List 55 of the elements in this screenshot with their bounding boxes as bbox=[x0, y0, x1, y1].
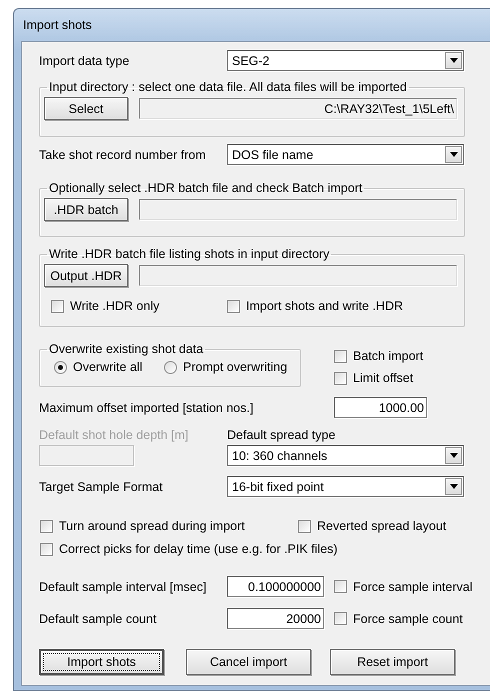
dropdown-arrow-icon bbox=[450, 484, 458, 489]
dropdown[interactable]: 10: 360 channels bbox=[227, 445, 464, 466]
number-field[interactable]: 20000 bbox=[227, 608, 324, 629]
checkbox-label: Limit offset bbox=[353, 371, 414, 385]
checkbox[interactable] bbox=[227, 300, 240, 312]
window-title: Import shots bbox=[23, 18, 92, 32]
checkbox-label: Force sample interval bbox=[353, 580, 472, 594]
dropdown-arrow-icon bbox=[450, 58, 458, 63]
dropdown-arrow-icon bbox=[450, 453, 458, 458]
checkbox[interactable] bbox=[51, 300, 64, 312]
field-label: Take shot record number from bbox=[39, 148, 206, 162]
group-label: Input directory : select one data file. All data files will be imported bbox=[48, 80, 408, 94]
dropdown[interactable]: DOS file name bbox=[227, 144, 464, 165]
checkbox[interactable] bbox=[298, 520, 311, 532]
group-label: Overwrite existing shot data bbox=[48, 342, 204, 356]
checkbox-label: Force sample count bbox=[353, 612, 463, 626]
number-field[interactable]: 0.100000000 bbox=[227, 576, 324, 597]
checkbox-label: Import shots and write .HDR bbox=[246, 299, 403, 313]
offset-field[interactable]: 1000.00 bbox=[334, 397, 427, 418]
checkbox-label: Reverted spread layout bbox=[317, 519, 446, 533]
reset-import-button[interactable]: Reset import bbox=[330, 649, 455, 675]
checkbox[interactable] bbox=[40, 520, 53, 532]
hdr-batch-button[interactable]: .HDR batch bbox=[44, 198, 128, 221]
field-label: Default sample count bbox=[39, 612, 156, 626]
dropdown-arrow-icon bbox=[450, 152, 458, 157]
checkbox-label: Turn around spread during import bbox=[59, 519, 245, 533]
group-label: Optionally select .HDR batch file and check Batch import bbox=[48, 181, 364, 195]
checkbox-label: Correct picks for delay time (use e.g. for .PIK files) bbox=[59, 542, 338, 556]
radio-label: Prompt overwriting bbox=[183, 360, 288, 374]
cancel-import-button[interactable]: Cancel import bbox=[186, 649, 311, 675]
radio-label: Overwrite all bbox=[73, 360, 142, 374]
field-label: Maximum offset imported [station nos.] bbox=[39, 400, 254, 414]
path-field[interactable] bbox=[139, 199, 457, 220]
path-field[interactable]: C:\RAY32\Test_1\5Left\ bbox=[139, 98, 457, 119]
dropdown[interactable]: 16-bit fixed point bbox=[227, 476, 464, 497]
field-label: Default spread type bbox=[227, 428, 336, 442]
radio-button[interactable] bbox=[164, 360, 177, 374]
checkbox[interactable] bbox=[334, 372, 347, 384]
group-label: Write .HDR batch file listing shots in input directory bbox=[48, 247, 330, 261]
dropdown[interactable]: SEG-2 bbox=[227, 50, 464, 71]
select-button[interactable]: Select bbox=[44, 97, 128, 120]
checkbox-label: Write .HDR only bbox=[70, 299, 160, 313]
checkbox-label: Batch import bbox=[353, 349, 424, 363]
field-label: Default shot hole depth [m] bbox=[39, 428, 188, 442]
import-shots-button[interactable]: Import shots bbox=[39, 649, 164, 675]
field-label: Import data type bbox=[39, 54, 130, 68]
field-label: Target Sample Format bbox=[39, 480, 163, 494]
field-label: Default sample interval [msec] bbox=[39, 580, 206, 594]
checkbox[interactable] bbox=[40, 542, 53, 556]
checkbox[interactable] bbox=[334, 580, 347, 593]
radio-button[interactable] bbox=[54, 360, 67, 374]
checkbox[interactable] bbox=[334, 612, 347, 625]
output-hdr-button[interactable]: Output .HDR bbox=[44, 264, 128, 287]
checkbox[interactable] bbox=[334, 350, 347, 362]
path-field[interactable] bbox=[139, 265, 457, 286]
